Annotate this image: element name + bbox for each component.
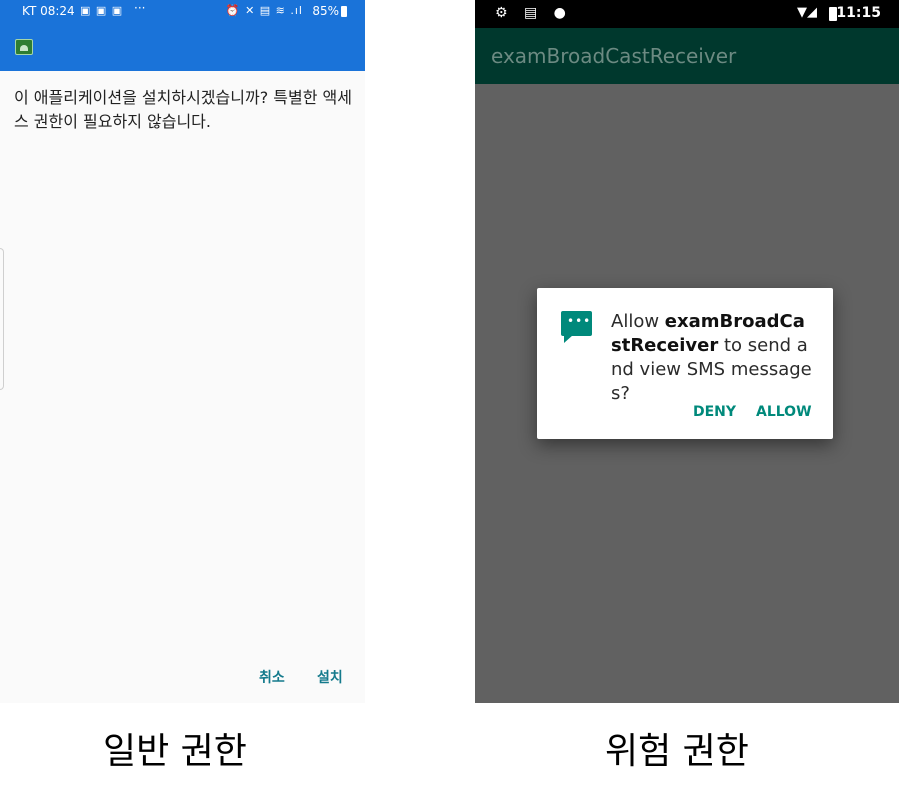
battery-icon [341, 6, 347, 17]
notification-icons: ▣ ▣ ▣ [80, 4, 124, 17]
status-bar: KT 08:24 ▣ ▣ ▣ ··· ⏰ ✕ ▤ ≋ .ıl 85% [0, 0, 365, 24]
sms-icon: ••• [561, 311, 592, 343]
system-status-icons: ⏰ ✕ ▤ ≋ .ıl [225, 4, 303, 17]
permission-message: Allow examBroadCastReceiver to send and … [611, 310, 815, 406]
battery-level: 85% [312, 4, 339, 18]
more-notifications-icon: ··· [134, 1, 146, 15]
carrier-time: KT 08:24 [22, 4, 75, 18]
normal-permission-screen: KT 08:24 ▣ ▣ ▣ ··· ⏰ ✕ ▤ ≋ .ıl 85% 이 애플리… [0, 0, 365, 703]
deny-button[interactable]: DENY [693, 404, 736, 420]
allow-button[interactable]: ALLOW [756, 404, 812, 420]
app-bar: examBroadCastReceiver [475, 28, 899, 84]
app-bar [0, 24, 365, 71]
notification-icons: ⚙ ▤ ● [495, 5, 572, 21]
cancel-button[interactable]: 취소 [259, 667, 285, 687]
signal-icon: ▼◢ [797, 5, 817, 20]
app-title: examBroadCastReceiver [491, 44, 737, 68]
install-message: 이 애플리케이션을 설치하시겠습니까? 특별한 액세스 권한이 필요하지 않습니… [14, 88, 352, 131]
message-prefix: Allow [611, 311, 665, 332]
install-button[interactable]: 설치 [317, 667, 343, 687]
permission-dialog: ••• Allow examBroadCastReceiver to send … [537, 288, 833, 439]
clock: 11:15 [836, 5, 881, 21]
android-app-icon [15, 39, 33, 55]
caption-normal-permission: 일반 권한 [103, 731, 247, 772]
status-bar: ⚙ ▤ ● ▼◢ 11:15 [475, 0, 899, 28]
dangerous-permission-screen: ⚙ ▤ ● ▼◢ 11:15 examBroadCastReceiver •••… [475, 0, 899, 703]
caption-dangerous-permission: 위험 권한 [605, 731, 749, 772]
side-panel-handle[interactable] [0, 248, 4, 390]
